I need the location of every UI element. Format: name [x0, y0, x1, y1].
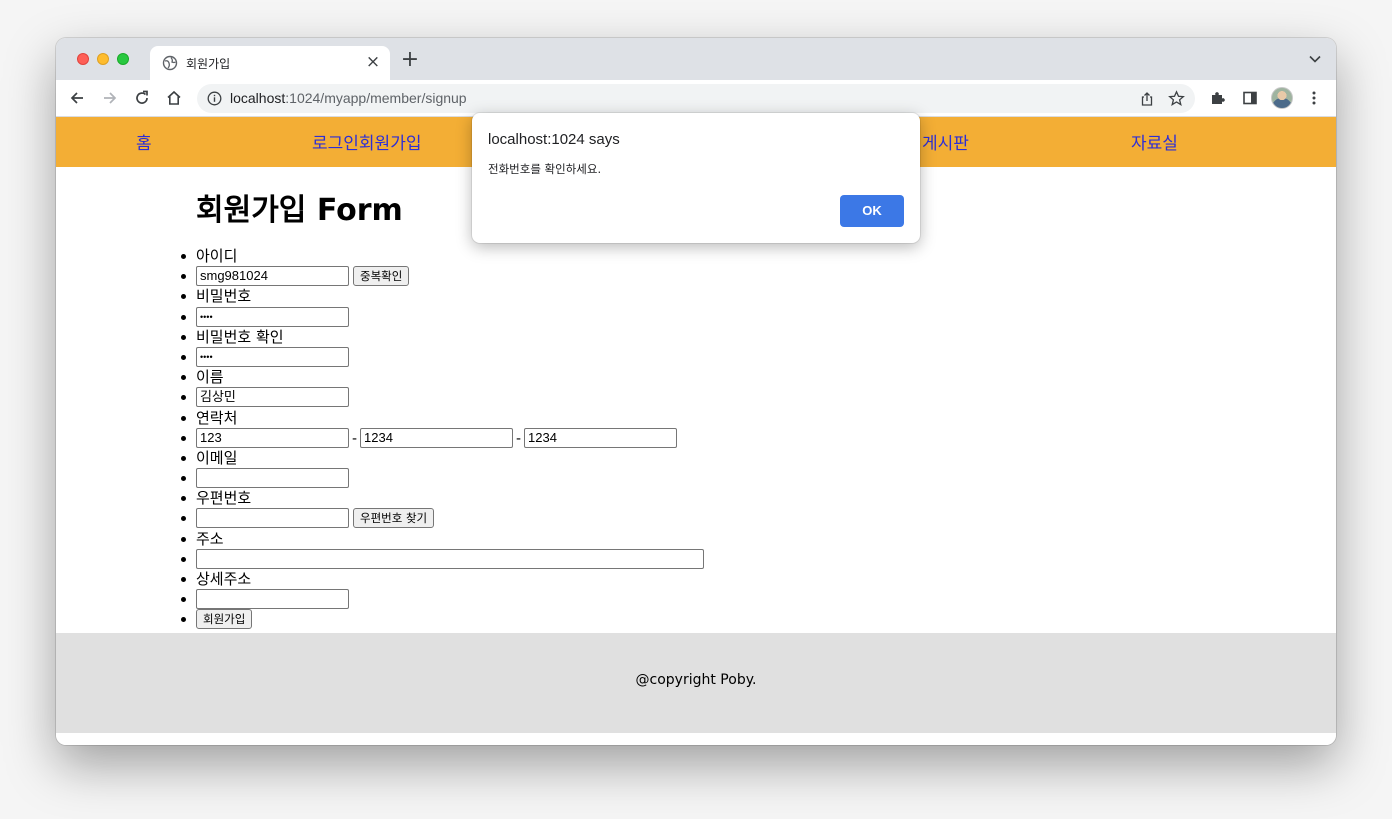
- address-label: 주소: [196, 529, 224, 548]
- footer: @copyright Poby.: [56, 633, 1336, 733]
- list-item: 이메일: [181, 448, 704, 468]
- list-item: 우편번호 찾기: [181, 508, 704, 529]
- id-input[interactable]: smg981024: [196, 266, 349, 287]
- extensions-puzzle-icon[interactable]: [1209, 89, 1227, 107]
- signup-submit-button[interactable]: 회원가입: [196, 609, 253, 630]
- address-bar[interactable]: localhost:1024/myapp/member/signup: [197, 84, 1195, 113]
- address-input[interactable]: [196, 548, 704, 569]
- home-icon[interactable]: [165, 89, 183, 107]
- nav-archive-link[interactable]: 자료실: [1131, 129, 1178, 154]
- password-confirm-label: 비밀번호 확인: [196, 327, 284, 346]
- name-input[interactable]: 김상민: [196, 387, 349, 408]
- more-menu-icon[interactable]: [1305, 89, 1323, 107]
- forward-arrow-icon[interactable]: [101, 89, 119, 107]
- bookmark-star-icon[interactable]: [1168, 90, 1185, 107]
- minimize-window-button[interactable]: [97, 53, 109, 65]
- tab-strip: 회원가입 × +: [56, 38, 1336, 80]
- maximize-window-button[interactable]: [117, 53, 129, 65]
- list-item: ••••: [181, 346, 704, 367]
- zipcode-input[interactable]: [196, 508, 349, 529]
- list-item: 회원가입: [181, 609, 704, 630]
- list-item: 연락처: [181, 408, 704, 428]
- name-label: 이름: [196, 368, 224, 387]
- phone-last-input[interactable]: 1234: [524, 427, 677, 448]
- email-input[interactable]: [196, 468, 349, 489]
- alert-dialog: localhost:1024 says 전화번호를 확인하세요. OK: [472, 113, 920, 243]
- list-item: ••••: [181, 306, 704, 327]
- detail-address-label: 상세주소: [196, 570, 252, 588]
- list-item: 비밀번호: [181, 286, 704, 306]
- list-item: [181, 589, 704, 610]
- phone-label: 연락처: [196, 408, 238, 427]
- list-item: 김상민: [181, 387, 704, 408]
- list-item: 아이디: [181, 246, 704, 266]
- duplicate-check-button[interactable]: 중복확인: [353, 266, 410, 287]
- signup-form: 아이디 smg981024 중복확인 비밀번호 •••• 비밀번호 확인 ••••…: [181, 246, 704, 630]
- browser-window: 회원가입 × + localhost:1024/myapp/member/sig…: [56, 38, 1336, 745]
- close-tab-icon[interactable]: ×: [364, 53, 382, 71]
- dialog-title: localhost:1024 says: [488, 131, 620, 148]
- id-label: 아이디: [196, 247, 238, 265]
- tab-title: 회원가입: [186, 57, 231, 71]
- phone-separator: -: [515, 430, 522, 447]
- form-title: 회원가입 Form: [196, 193, 403, 228]
- url-host: localhost: [230, 90, 286, 106]
- reload-icon[interactable]: [133, 89, 151, 107]
- nav-login-signup-link[interactable]: 로그인회원가입: [312, 129, 421, 154]
- url-path: :1024/myapp/member/signup: [285, 90, 467, 106]
- nav-home-link[interactable]: 홈: [136, 129, 152, 154]
- list-item: 비밀번호 확인: [181, 327, 704, 347]
- copyright-text: @copyright Poby.: [635, 672, 757, 688]
- new-tab-icon[interactable]: +: [400, 49, 420, 71]
- back-arrow-icon[interactable]: [68, 89, 86, 107]
- password-label: 비밀번호: [196, 287, 252, 306]
- detail-address-input[interactable]: [196, 589, 349, 610]
- chevron-down-icon[interactable]: [1308, 52, 1322, 66]
- list-item: 상세주소: [181, 569, 704, 589]
- active-tab[interactable]: 회원가입 ×: [150, 46, 390, 80]
- info-icon[interactable]: [207, 91, 222, 106]
- list-item: [181, 468, 704, 489]
- phone-separator: -: [351, 430, 358, 447]
- ok-button[interactable]: OK: [840, 195, 904, 227]
- zipcode-search-button[interactable]: 우편번호 찾기: [353, 508, 435, 529]
- url-text: localhost:1024/myapp/member/signup: [230, 90, 467, 106]
- close-window-button[interactable]: [77, 53, 89, 65]
- phone-middle-input[interactable]: 1234: [360, 427, 513, 448]
- zipcode-label: 우편번호: [196, 489, 252, 508]
- phone-first-input[interactable]: 123: [196, 427, 349, 448]
- password-confirm-input[interactable]: ••••: [196, 346, 349, 367]
- list-item: 주소: [181, 529, 704, 549]
- list-item: smg981024 중복확인: [181, 266, 704, 287]
- share-icon[interactable]: [1139, 91, 1155, 107]
- list-item: 123-1234-1234: [181, 427, 704, 448]
- dialog-message: 전화번호를 확인하세요.: [488, 162, 602, 176]
- list-item: 우편번호: [181, 488, 704, 508]
- side-panel-icon[interactable]: [1241, 89, 1259, 107]
- globe-icon: [162, 55, 178, 71]
- list-item: [181, 548, 704, 569]
- browser-toolbar: localhost:1024/myapp/member/signup: [56, 80, 1336, 117]
- nav-board-link[interactable]: 게시판: [922, 129, 969, 154]
- email-label: 이메일: [196, 448, 238, 467]
- profile-avatar[interactable]: [1271, 87, 1293, 109]
- list-item: 이름: [181, 367, 704, 387]
- password-input[interactable]: ••••: [196, 306, 349, 327]
